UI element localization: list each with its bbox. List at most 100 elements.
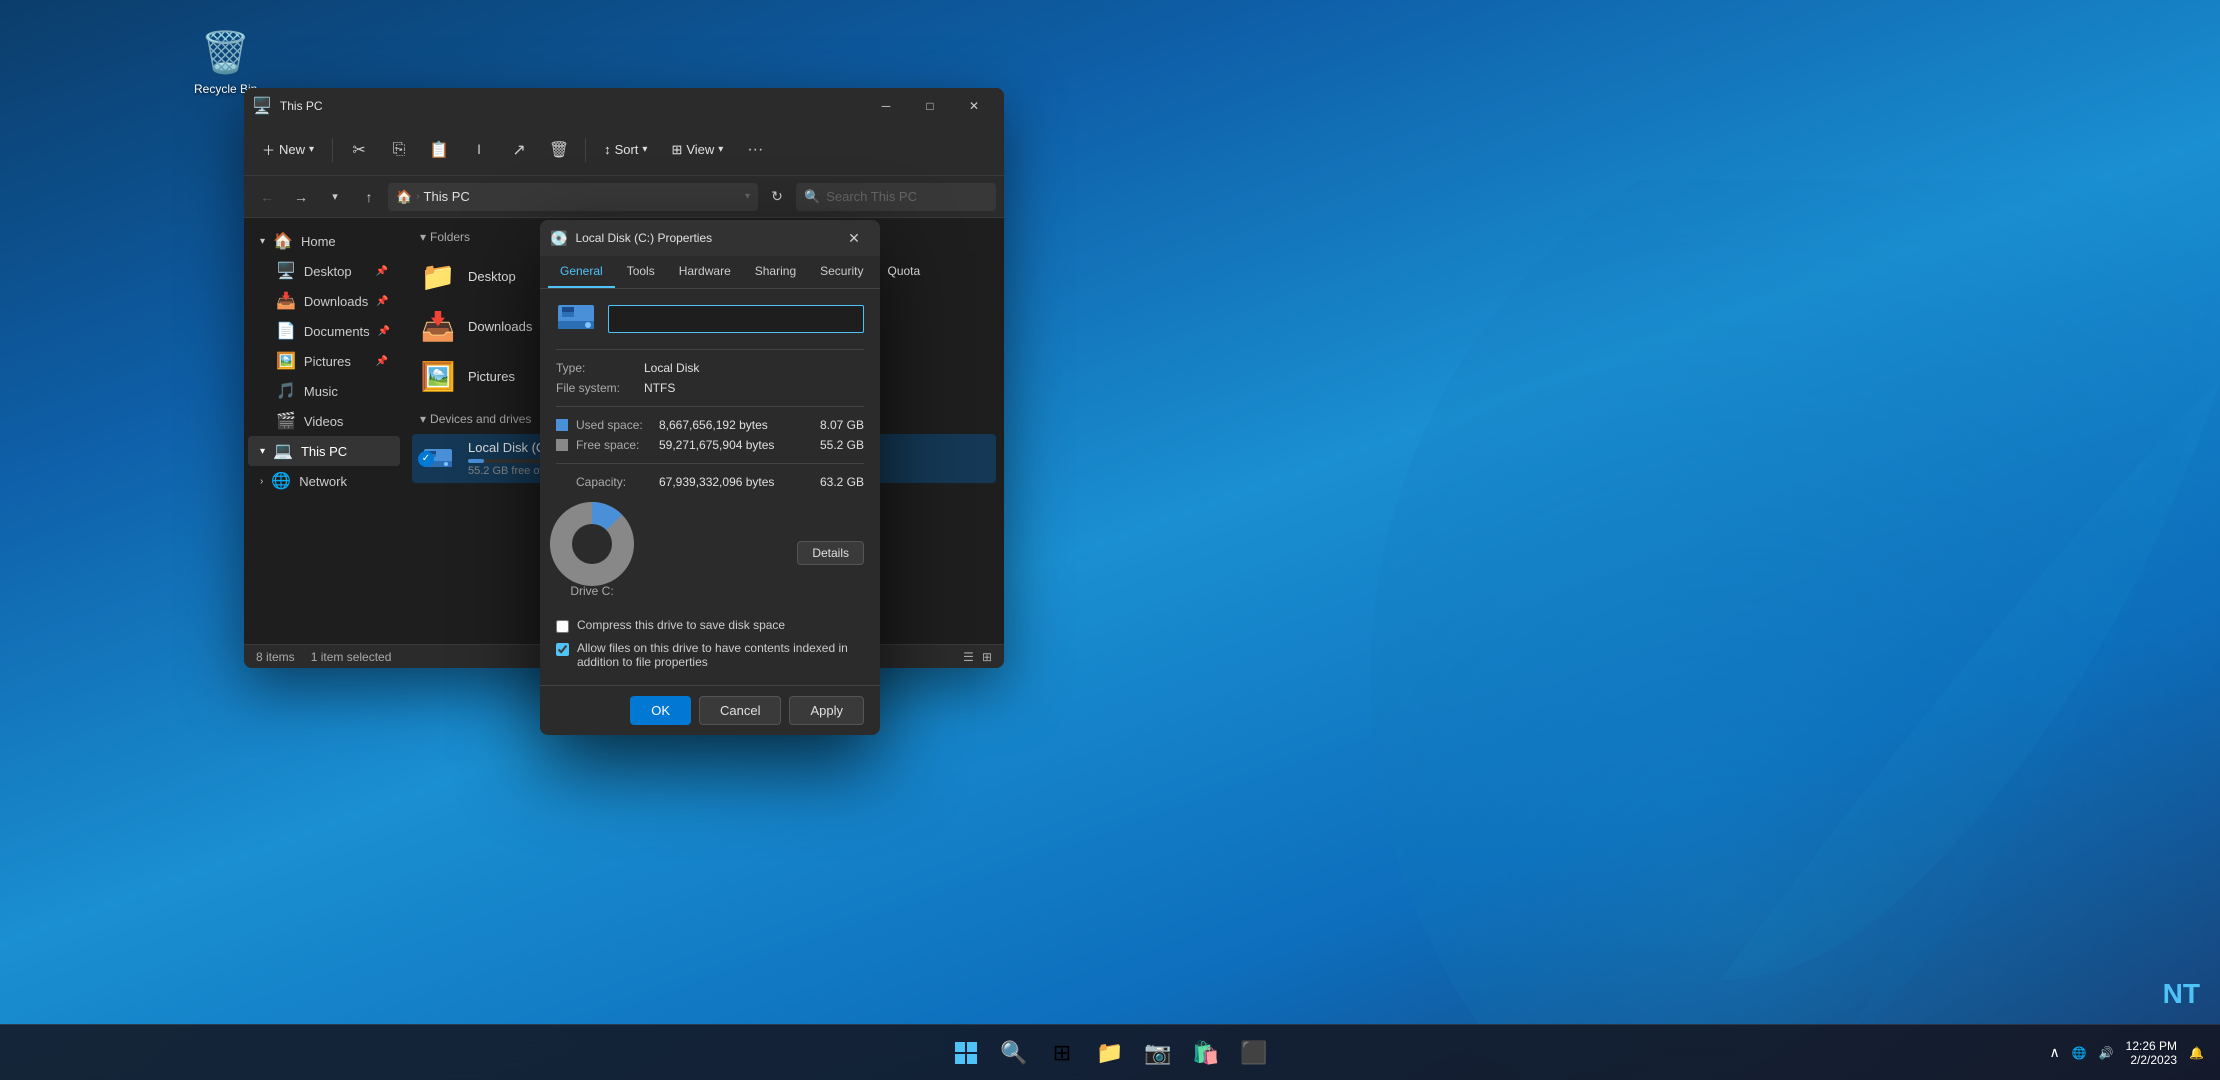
- free-color-box: [556, 439, 568, 451]
- sidebar-item-videos[interactable]: 🎬 Videos: [248, 406, 400, 436]
- start-button[interactable]: [946, 1033, 986, 1073]
- view-label: View: [686, 142, 714, 157]
- tab-tools[interactable]: Tools: [615, 256, 667, 288]
- more-button[interactable]: ···: [737, 132, 773, 168]
- sort-label: Sort: [615, 142, 639, 157]
- view-button[interactable]: ⊞ View ▾: [661, 136, 733, 164]
- up-button[interactable]: ↑: [354, 182, 384, 212]
- index-checkbox[interactable]: [556, 643, 569, 656]
- store-button[interactable]: 🛍️: [1186, 1033, 1226, 1073]
- task-view-button[interactable]: ⊞: [1042, 1033, 1082, 1073]
- sidebar-item-music[interactable]: 🎵 Music: [248, 376, 400, 406]
- window-controls: ─ □ ✕: [864, 88, 996, 124]
- tab-hardware[interactable]: Hardware: [667, 256, 743, 288]
- copy-button[interactable]: ⎘: [381, 132, 417, 168]
- network-icon: 🌐: [271, 471, 291, 491]
- sidebar-item-downloads[interactable]: 📥 Downloads 📌: [248, 286, 400, 316]
- pictures-folder-label: Pictures: [468, 369, 515, 384]
- tab-quota[interactable]: Quota: [875, 256, 932, 288]
- recent-button[interactable]: ▾: [320, 182, 350, 212]
- pin-icon-4: 📌: [376, 356, 388, 367]
- network-status-icon[interactable]: 🌐: [2072, 1046, 2087, 1060]
- sidebar-home-label: Home: [301, 234, 336, 249]
- forward-button[interactable]: →: [286, 182, 316, 212]
- network-chevron-icon: ›: [260, 476, 263, 487]
- type-row: Type: Local Disk: [556, 358, 864, 378]
- address-home-icon: 🏠: [396, 189, 412, 205]
- compress-checkbox[interactable]: [556, 620, 569, 633]
- back-button[interactable]: ←: [252, 182, 282, 212]
- grid-view-icon[interactable]: ⊞: [982, 650, 992, 664]
- desktop-icon-sidebar: 🖥️: [276, 261, 296, 281]
- cancel-button[interactable]: Cancel: [699, 696, 781, 725]
- chevron-up-icon[interactable]: ∧: [2050, 1044, 2060, 1061]
- share-button[interactable]: ↗: [501, 132, 537, 168]
- sort-icon: ↕: [604, 142, 611, 157]
- selected-count: 1 item selected: [311, 650, 392, 664]
- maximize-button[interactable]: □: [908, 88, 952, 124]
- pictures-icon: 🖼️: [276, 351, 296, 371]
- sidebar-downloads-label: Downloads: [304, 294, 368, 309]
- sidebar-item-documents[interactable]: 📄 Documents 📌: [248, 316, 400, 346]
- minimize-button[interactable]: ─: [864, 88, 908, 124]
- new-icon: ＋: [262, 140, 275, 159]
- sort-button[interactable]: ↕ Sort ▾: [594, 136, 657, 163]
- pie-area: Drive C: Details: [556, 500, 864, 606]
- index-checkbox-row[interactable]: Allow files on this drive to have conten…: [556, 637, 864, 673]
- sidebar-item-home[interactable]: ▾ 🏠 Home: [248, 226, 400, 256]
- tab-sharing-label: Sharing: [755, 264, 796, 278]
- capacity-bytes: 67,939,332,096 bytes: [659, 475, 801, 489]
- dialog-close-button[interactable]: ✕: [838, 222, 870, 254]
- search-box[interactable]: 🔍 Search This PC: [796, 183, 996, 211]
- notification-icon[interactable]: 🔔: [2189, 1046, 2204, 1060]
- delete-button[interactable]: 🗑: [541, 132, 577, 168]
- tab-sharing[interactable]: Sharing: [743, 256, 808, 288]
- dialog-titlebar: 💽 Local Disk (C:) Properties ✕: [540, 220, 880, 256]
- sidebar-item-network[interactable]: › 🌐 Network: [248, 466, 400, 496]
- apply-button[interactable]: Apply: [789, 696, 864, 725]
- details-button[interactable]: Details: [797, 541, 864, 565]
- sidebar-item-this-pc[interactable]: ▾ 💻 This PC: [248, 436, 400, 466]
- dialog-tabs: General Tools Hardware Sharing Security …: [540, 256, 880, 289]
- documents-icon: 📄: [276, 321, 296, 341]
- tab-security[interactable]: Security: [808, 256, 875, 288]
- sidebar: ▾ 🏠 Home 🖥️ Desktop 📌 📥 Downloads 📌 📄 Do…: [244, 218, 404, 644]
- clock-time: 12:26 PM: [2126, 1039, 2177, 1053]
- store2-button[interactable]: ⬛: [1234, 1033, 1274, 1073]
- view-chevron-icon: ▾: [718, 144, 723, 155]
- rename-button[interactable]: Ⅰ: [461, 132, 497, 168]
- type-value: Local Disk: [644, 361, 699, 375]
- new-chevron-icon: ▾: [309, 144, 314, 155]
- new-button[interactable]: ＋ New ▾: [252, 134, 324, 165]
- view-icon: ⊞: [671, 142, 682, 158]
- close-button[interactable]: ✕: [952, 88, 996, 124]
- list-view-icon[interactable]: ☰: [963, 650, 974, 664]
- address-dropdown-icon: ▾: [745, 191, 750, 202]
- cut-button[interactable]: ✂: [341, 132, 377, 168]
- search-taskbar-button[interactable]: 🔍: [994, 1033, 1034, 1073]
- tab-tools-label: Tools: [627, 264, 655, 278]
- explorer-taskbar-button[interactable]: 📁: [1090, 1033, 1130, 1073]
- this-pc-chevron-icon: ▾: [260, 446, 265, 457]
- paste-button[interactable]: 📋: [421, 132, 457, 168]
- volume-icon[interactable]: 🔊: [2099, 1046, 2114, 1060]
- used-space-bytes: 8,667,656,192 bytes: [659, 418, 801, 432]
- refresh-button[interactable]: ↻: [762, 182, 792, 212]
- drive-name-input[interactable]: [608, 305, 864, 333]
- ok-button[interactable]: OK: [630, 696, 691, 725]
- compress-checkbox-row[interactable]: Compress this drive to save disk space: [556, 614, 864, 637]
- free-space-row: Free space: 59,271,675,904 bytes 55.2 GB: [556, 435, 864, 455]
- address-path[interactable]: 🏠 › This PC ▾: [388, 183, 758, 211]
- taskbar-clock[interactable]: 12:26 PM 2/2/2023: [2126, 1039, 2177, 1067]
- sidebar-pictures-label: Pictures: [304, 354, 351, 369]
- sidebar-item-desktop[interactable]: 🖥️ Desktop 📌: [248, 256, 400, 286]
- sidebar-item-pictures[interactable]: 🖼️ Pictures 📌: [248, 346, 400, 376]
- devices-section-label: Devices and drives: [430, 412, 531, 426]
- tab-general[interactable]: General: [548, 256, 615, 288]
- taskbar-center: 🔍 ⊞ 📁 📷 🛍️ ⬛: [946, 1033, 1274, 1073]
- address-path-text: This PC: [424, 189, 470, 204]
- drive-large-icon: [556, 301, 596, 337]
- meet-button[interactable]: 📷: [1138, 1033, 1178, 1073]
- sort-chevron-icon: ▾: [642, 144, 647, 155]
- compress-label: Compress this drive to save disk space: [577, 618, 785, 632]
